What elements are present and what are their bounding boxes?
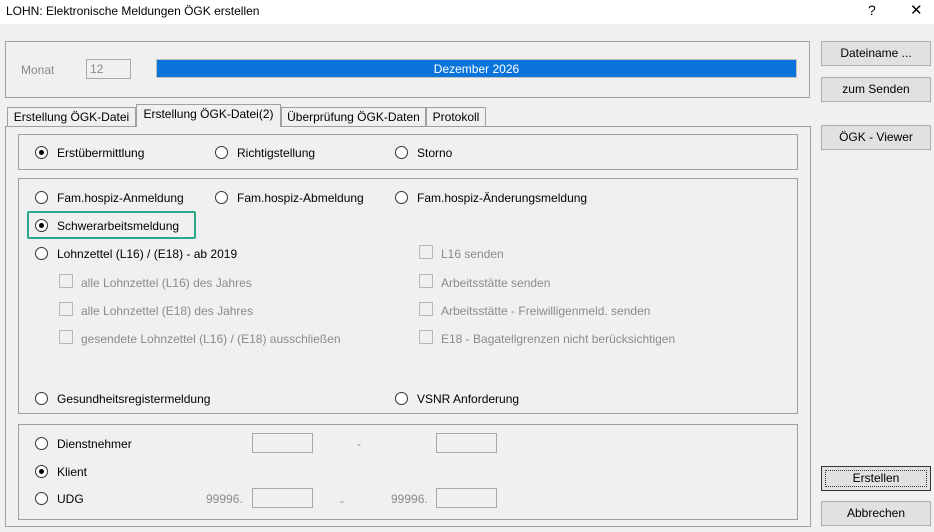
lohnzettel-label: Lohnzettel (L16) / (E18) - ab 2019 — [57, 247, 238, 261]
tab-erstellung-oegk-datei-2[interactable]: Erstellung ÖGK-Datei(2) — [136, 104, 281, 127]
famhospiz-abmeldung-radio[interactable] — [215, 191, 228, 204]
klient-label: Klient — [57, 465, 88, 479]
arbeitsstaette-frei-checkbox[interactable] — [419, 302, 433, 316]
tab-ueberpruefung-oegk-daten[interactable]: Überprüfung ÖGK-Daten — [281, 107, 426, 127]
udg-to-field[interactable] — [436, 488, 497, 508]
alle-e18-checkbox[interactable] — [59, 302, 73, 316]
gesundheitsregister-radio[interactable] — [35, 392, 48, 405]
erstellen-label: Erstellen — [852, 471, 900, 485]
dateiname-button[interactable]: Dateiname ... — [821, 41, 931, 66]
tab-protokoll[interactable]: Protokoll — [426, 107, 486, 127]
famhospiz-aenderung-radio[interactable] — [395, 191, 408, 204]
monat-field[interactable]: 12 — [86, 59, 131, 79]
arbeitsstaette-checkbox[interactable] — [419, 274, 433, 288]
zum-senden-button[interactable]: zum Senden — [821, 77, 931, 102]
schwerarbeit-radio[interactable] — [35, 219, 48, 232]
udg-range-dash: - — [340, 494, 344, 508]
gesendete-label: gesendete Lohnzettel (L16) / (E18) aussc… — [81, 332, 341, 346]
udg-prefix-to: 99996. — [391, 492, 428, 506]
udg-prefix-from: 99996. — [206, 492, 243, 506]
gesundheitsregister-label: Gesundheitsregistermeldung — [57, 392, 211, 406]
erstellen-button[interactable]: Erstellen — [821, 466, 931, 491]
storno-radio[interactable] — [395, 146, 408, 159]
close-icon[interactable]: ✕ — [910, 1, 923, 19]
arbeitsstaette-label: Arbeitsstätte senden — [441, 276, 551, 290]
udg-label: UDG — [57, 492, 84, 506]
vsnr-label: VSNR Anforderung — [417, 392, 520, 406]
storno-label: Storno — [417, 146, 453, 160]
window-title: LOHN: Elektronische Meldungen ÖGK erstel… — [6, 4, 260, 18]
e18-bagatell-label: E18 - Bagatellgrenzen nicht berücksichti… — [441, 332, 676, 346]
l16-senden-label: L16 senden — [441, 247, 504, 261]
l16-senden-checkbox[interactable] — [419, 245, 433, 259]
alle-l16-checkbox[interactable] — [59, 274, 73, 288]
monat-label: Monat — [21, 63, 55, 77]
schwerarbeit-label: Schwerarbeitsmeldung — [57, 219, 180, 233]
e18-bagatell-checkbox[interactable] — [419, 330, 433, 344]
alle-e18-label: alle Lohnzettel (E18) des Jahres — [81, 304, 254, 318]
vsnr-radio[interactable] — [395, 392, 408, 405]
help-button[interactable]: ? — [868, 2, 876, 18]
erstuebermittlung-label: Erstübermittlung — [57, 146, 145, 160]
udg-radio[interactable] — [35, 492, 48, 505]
abbrechen-button[interactable]: Abbrechen — [821, 501, 931, 526]
arbeitsstaette-frei-label: Arbeitsstätte - Freiwilligenmeld. senden — [441, 304, 651, 318]
dienstnehmer-range-dash: - — [357, 437, 361, 451]
gesendete-checkbox[interactable] — [59, 330, 73, 344]
richtigstellung-label: Richtigstellung — [237, 146, 316, 160]
erstuebermittlung-radio[interactable] — [35, 146, 48, 159]
tab-erstellung-oegk-datei[interactable]: Erstellung ÖGK-Datei — [7, 107, 136, 127]
klient-radio[interactable] — [35, 465, 48, 478]
richtigstellung-radio[interactable] — [215, 146, 228, 159]
famhospiz-abmeldung-label: Fam.hospiz-Abmeldung — [237, 191, 364, 205]
famhospiz-anmeldung-radio[interactable] — [35, 191, 48, 204]
dienstnehmer-to-field[interactable] — [436, 433, 497, 453]
dienstnehmer-from-field[interactable] — [252, 433, 313, 453]
month-display: Dezember 2026 — [156, 59, 797, 78]
oegk-viewer-button[interactable]: ÖGK - Viewer — [821, 125, 931, 150]
dienstnehmer-label: Dienstnehmer — [57, 437, 132, 451]
dienstnehmer-radio[interactable] — [35, 437, 48, 450]
lohnzettel-radio[interactable] — [35, 247, 48, 260]
udg-from-field[interactable] — [252, 488, 313, 508]
famhospiz-aenderung-label: Fam.hospiz-Änderungsmeldung — [417, 191, 588, 205]
famhospiz-anmeldung-label: Fam.hospiz-Anmeldung — [57, 191, 184, 205]
alle-l16-label: alle Lohnzettel (L16) des Jahres — [81, 276, 252, 290]
